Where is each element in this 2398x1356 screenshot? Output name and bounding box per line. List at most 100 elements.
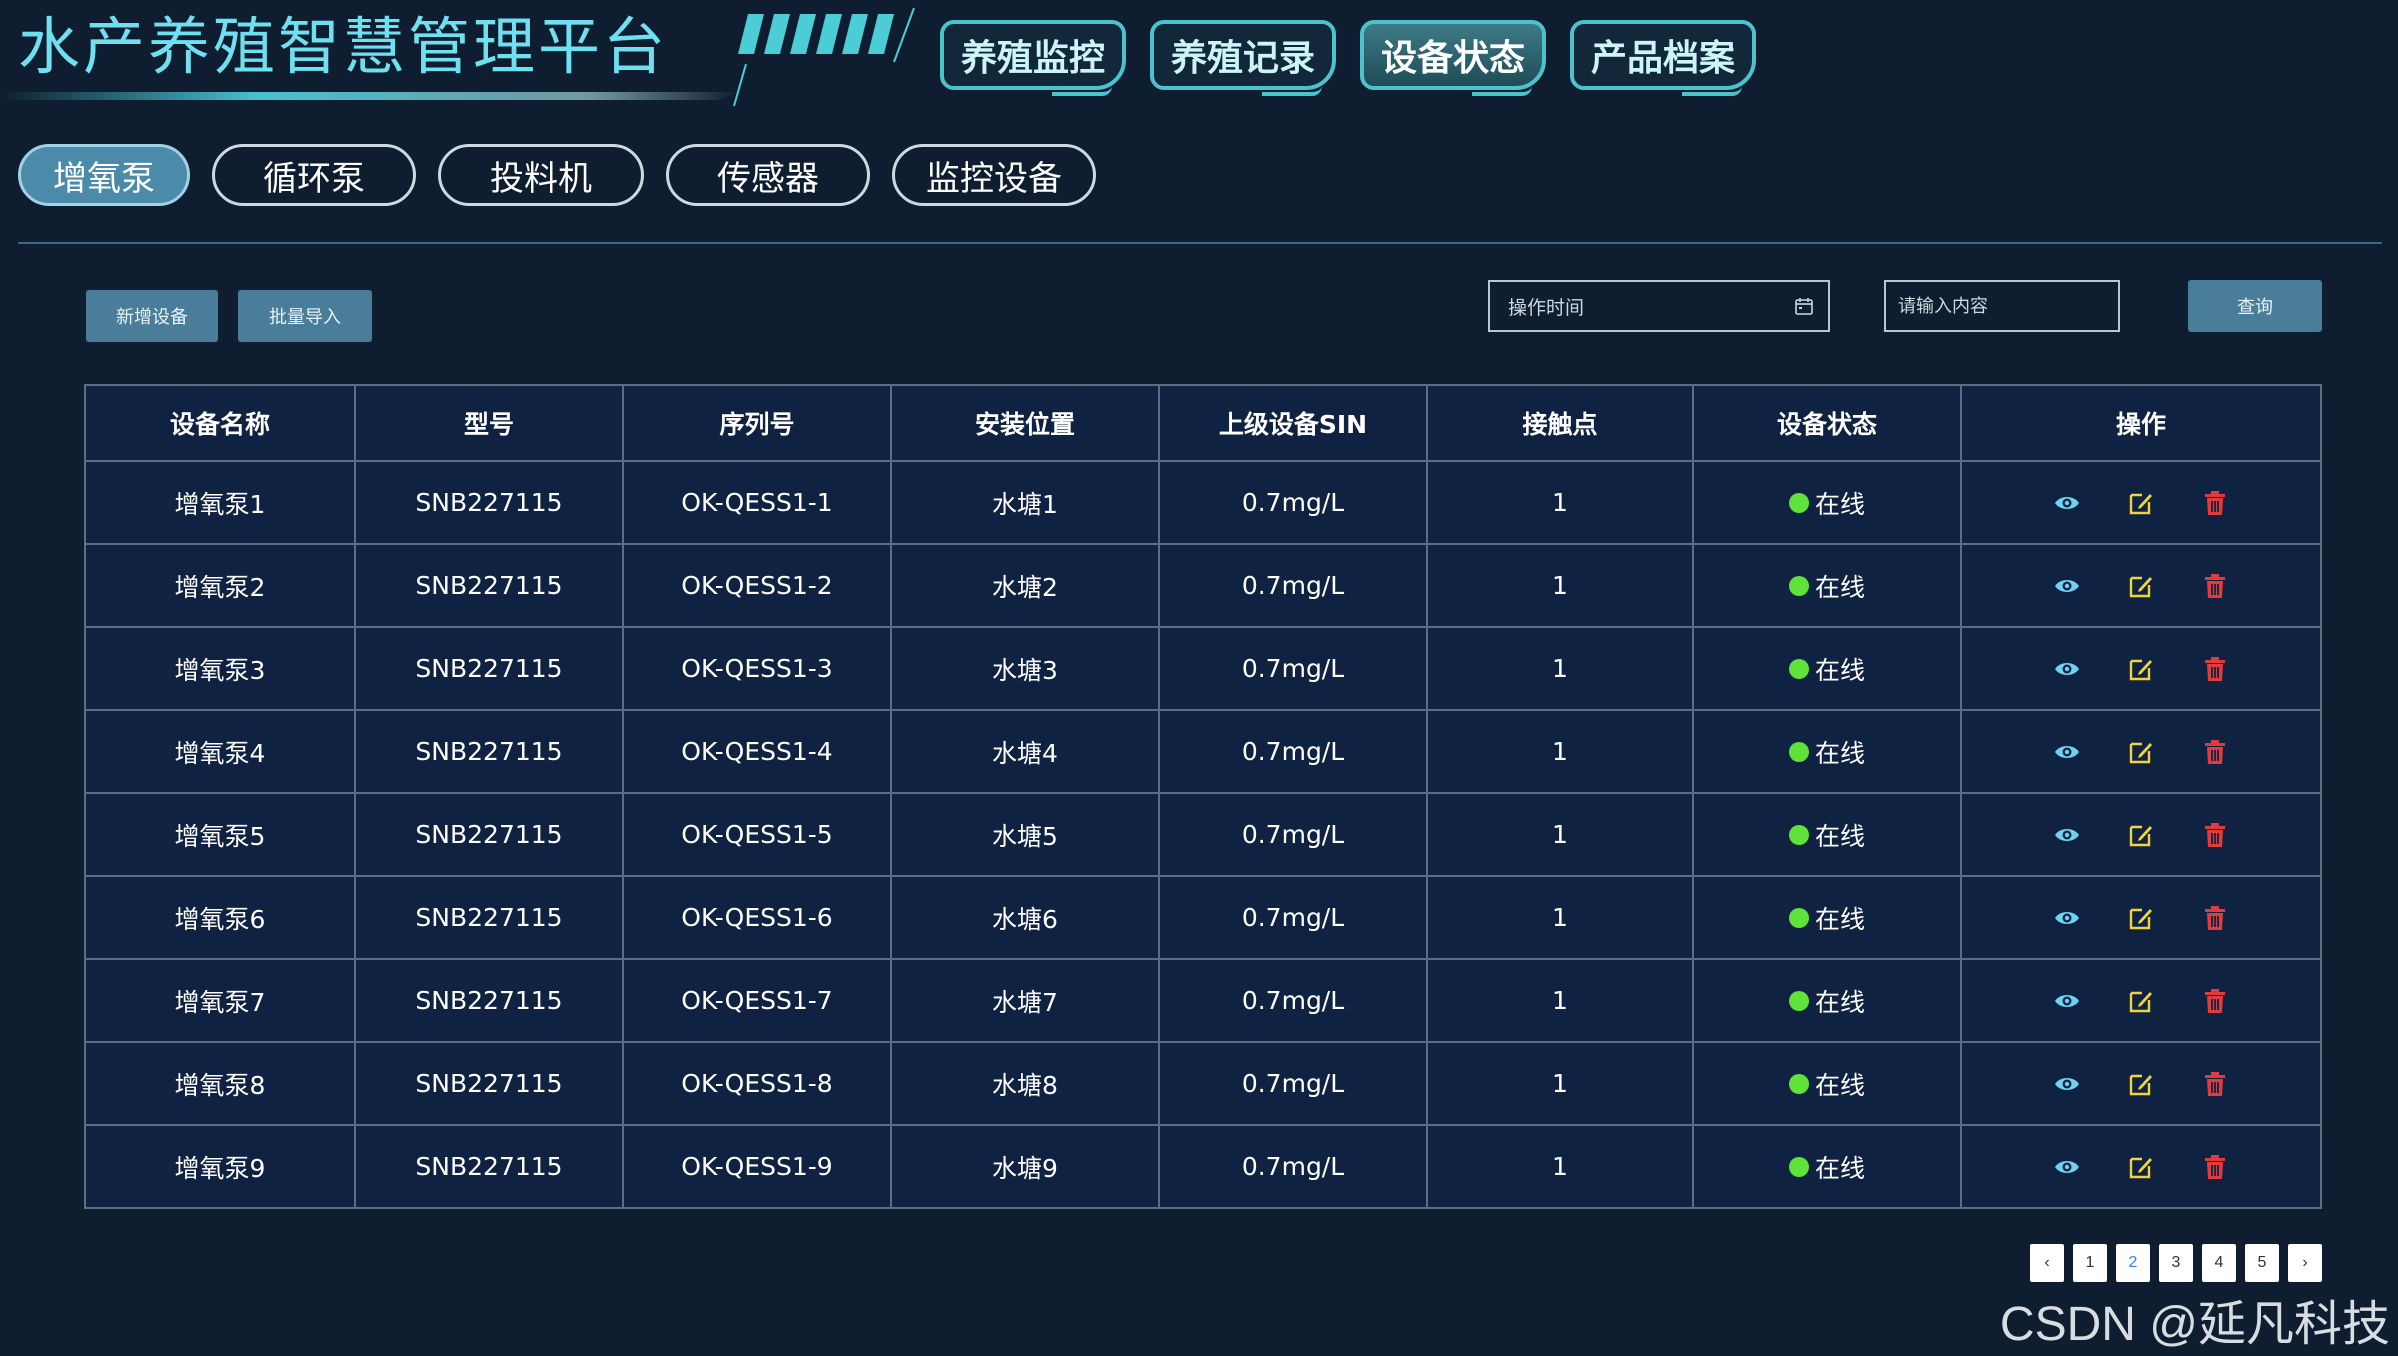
header-status: 设备状态 (1692, 384, 1962, 462)
cell-serial: OK-QESS1-9 (622, 1124, 892, 1209)
status-badge: 在线 (1788, 734, 1865, 770)
header-parent-sin: 上级设备SIN (1158, 384, 1428, 462)
sub-tab-sensor[interactable]: 传感器 (666, 144, 870, 206)
edit-icon[interactable] (2127, 738, 2155, 766)
cell-operations (1960, 1041, 2322, 1126)
header-model: 型号 (354, 384, 624, 462)
cell-contact: 1 (1426, 709, 1694, 794)
status-online-dot-icon (1788, 575, 1809, 596)
status-text: 在线 (1814, 572, 1865, 602)
edit-icon[interactable] (2127, 655, 2155, 683)
table-row: 增氧泵2 SNB227115 OK-QESS1-2 水塘2 0.7mg/L 1 在线 (84, 543, 2322, 628)
status-text: 在线 (1814, 821, 1865, 851)
cell-operations (1960, 626, 2322, 711)
status-online-dot-icon (1788, 1156, 1809, 1177)
cell-parent-sin: 0.7mg/L (1158, 875, 1428, 960)
add-device-button[interactable]: 新增设备 (86, 290, 218, 342)
eye-icon[interactable] (2053, 1070, 2081, 1098)
status-text: 在线 (1814, 489, 1865, 519)
header-device-name: 设备名称 (84, 384, 356, 462)
edit-icon[interactable] (2127, 1153, 2155, 1181)
page-button-5[interactable]: 5 (2245, 1244, 2279, 1282)
title-underline-decoration (0, 92, 740, 100)
cell-operations (1960, 543, 2322, 628)
eye-icon[interactable] (2053, 738, 2081, 766)
slash-decoration (733, 7, 915, 106)
watermark: CSDN @延凡科技 (1999, 1298, 2390, 1351)
search-input[interactable] (1884, 280, 2120, 332)
divider (18, 242, 2382, 244)
status-online-dot-icon (1788, 1073, 1809, 1094)
cell-location: 水塘5 (890, 792, 1160, 877)
page-button-3[interactable]: 3 (2159, 1244, 2193, 1282)
status-text: 在线 (1814, 987, 1865, 1017)
nav-tab-breeding-record[interactable]: 养殖记录 (1150, 20, 1336, 96)
nav-tab-breeding-monitor[interactable]: 养殖监控 (940, 20, 1126, 96)
edit-icon[interactable] (2127, 572, 2155, 600)
cell-status: 在线 (1692, 543, 1962, 628)
eye-icon[interactable] (2053, 572, 2081, 600)
sub-tab-feeder[interactable]: 投料机 (438, 144, 644, 206)
cell-status: 在线 (1692, 626, 1962, 711)
nav-tab-device-status[interactable]: 设备状态 (1360, 20, 1546, 96)
eye-icon[interactable] (2053, 987, 2081, 1015)
date-placeholder: 操作时间 (1508, 296, 1585, 319)
eye-icon[interactable] (2053, 489, 2081, 517)
batch-import-button[interactable]: 批量导入 (238, 290, 372, 342)
edit-icon[interactable] (2127, 987, 2155, 1015)
trash-icon[interactable] (2201, 987, 2229, 1015)
cell-model: SNB227115 (354, 709, 624, 794)
eye-icon[interactable] (2053, 1153, 2081, 1181)
eye-icon[interactable] (2053, 821, 2081, 849)
cell-model: SNB227115 (354, 875, 624, 960)
status-online-dot-icon (1788, 492, 1809, 513)
trash-icon[interactable] (2201, 821, 2229, 849)
status-online-dot-icon (1788, 741, 1809, 762)
status-online-dot-icon (1788, 824, 1809, 845)
query-button[interactable]: 查询 (2188, 280, 2322, 332)
edit-icon[interactable] (2127, 821, 2155, 849)
table-row: 增氧泵3 SNB227115 OK-QESS1-3 水塘3 0.7mg/L 1 在线 (84, 626, 2322, 711)
page-button-4[interactable]: 4 (2202, 1244, 2236, 1282)
cell-model: SNB227115 (354, 1124, 624, 1209)
sub-tab-circulation-pump[interactable]: 循环泵 (212, 144, 416, 206)
trash-icon[interactable] (2201, 738, 2229, 766)
status-online-dot-icon (1788, 907, 1809, 928)
nav-tab-product-archive[interactable]: 产品档案 (1570, 20, 1756, 96)
cell-device-name: 增氧泵1 (84, 460, 356, 545)
cell-serial: OK-QESS1-2 (622, 543, 892, 628)
cell-operations (1960, 875, 2322, 960)
cell-parent-sin: 0.7mg/L (1158, 792, 1428, 877)
trash-icon[interactable] (2201, 572, 2229, 600)
status-badge: 在线 (1788, 817, 1865, 853)
cell-parent-sin: 0.7mg/L (1158, 958, 1428, 1043)
cell-device-name: 增氧泵5 (84, 792, 356, 877)
trash-icon[interactable] (2201, 655, 2229, 683)
cell-contact: 1 (1426, 792, 1694, 877)
cell-device-name: 增氧泵3 (84, 626, 356, 711)
sub-tab-monitor-device[interactable]: 监控设备 (892, 144, 1096, 206)
operation-time-picker[interactable]: 操作时间 (1488, 280, 1830, 332)
eye-icon[interactable] (2053, 655, 2081, 683)
next-page-button[interactable]: › (2288, 1244, 2322, 1282)
trash-icon[interactable] (2201, 904, 2229, 932)
eye-icon[interactable] (2053, 904, 2081, 932)
status-badge: 在线 (1788, 1149, 1865, 1185)
page-button-2[interactable]: 2 (2116, 1244, 2150, 1282)
edit-icon[interactable] (2127, 489, 2155, 517)
cell-device-name: 增氧泵9 (84, 1124, 356, 1209)
cell-parent-sin: 0.7mg/L (1158, 460, 1428, 545)
cell-location: 水塘1 (890, 460, 1160, 545)
edit-icon[interactable] (2127, 1070, 2155, 1098)
trash-icon[interactable] (2201, 489, 2229, 517)
trash-icon[interactable] (2201, 1070, 2229, 1098)
edit-icon[interactable] (2127, 904, 2155, 932)
page-button-1[interactable]: 1 (2073, 1244, 2107, 1282)
cell-status: 在线 (1692, 958, 1962, 1043)
prev-page-button[interactable]: ‹ (2030, 1244, 2064, 1282)
sub-tab-aerator[interactable]: 增氧泵 (18, 144, 190, 206)
cell-serial: OK-QESS1-5 (622, 792, 892, 877)
trash-icon[interactable] (2201, 1153, 2229, 1181)
cell-status: 在线 (1692, 1041, 1962, 1126)
status-badge: 在线 (1788, 568, 1865, 604)
